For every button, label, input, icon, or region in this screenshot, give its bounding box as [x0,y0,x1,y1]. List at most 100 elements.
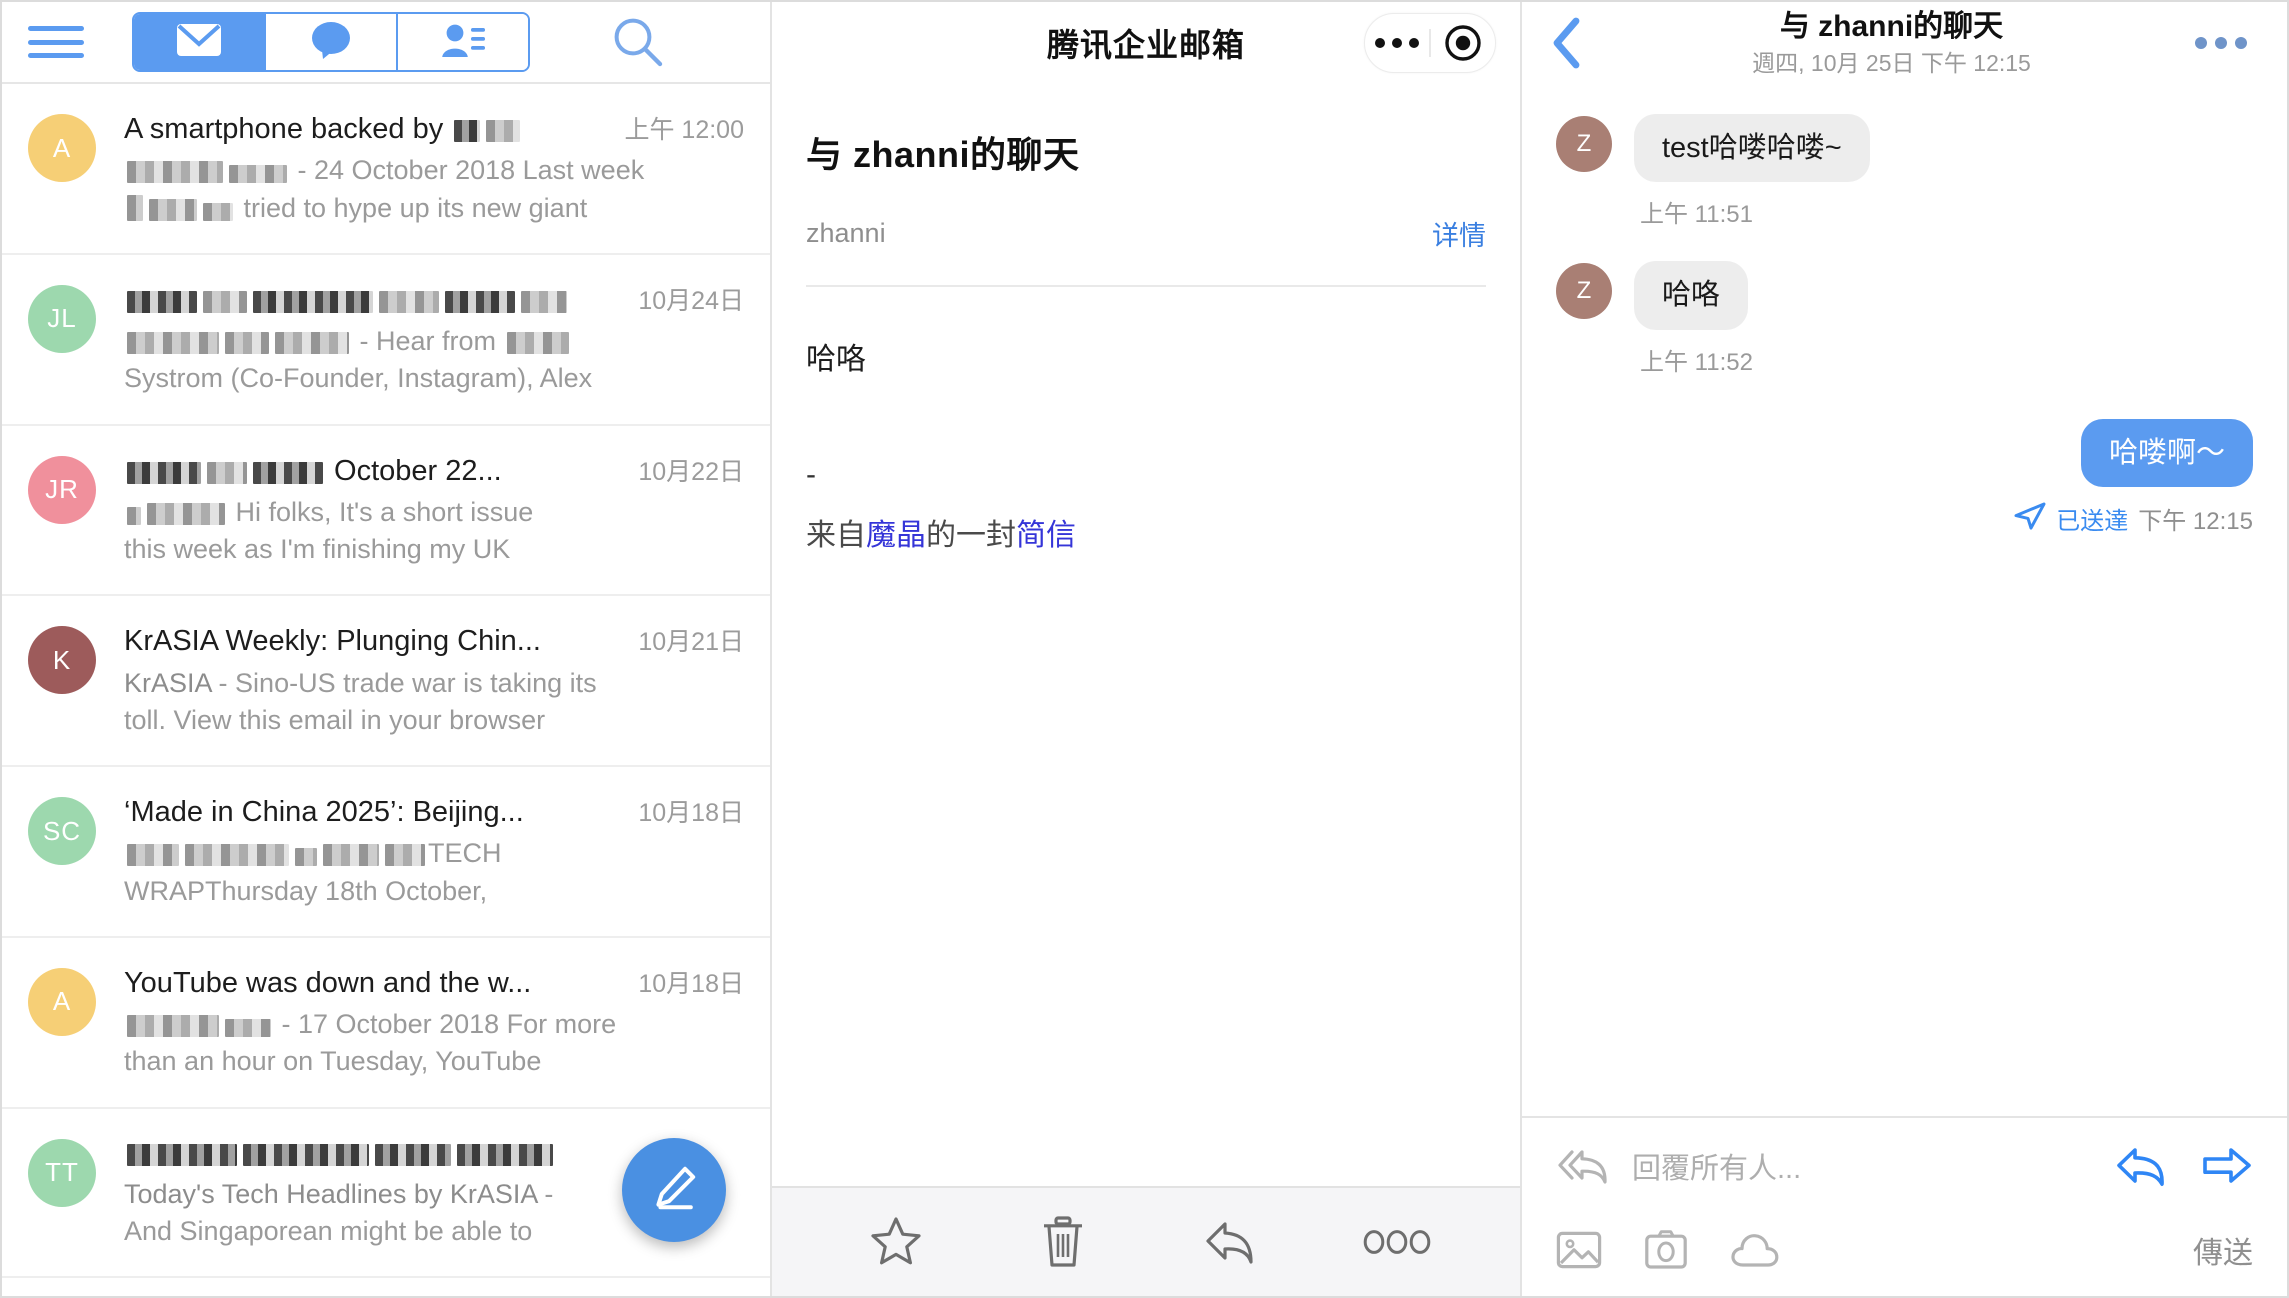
mail-body-text: 哈咯 [806,343,866,376]
redacted-text [295,848,317,867]
composer-input-row: 回覆所有人... [1556,1123,2253,1209]
mail-subject [124,282,626,318]
divider [806,285,1486,287]
chat-title: 与 zhanni的聊天 [1779,9,2004,43]
star-icon[interactable] [853,1199,939,1285]
camera-icon[interactable] [1644,1229,1688,1271]
bubble-wrap: 哈咯 上午 11:52 [1634,261,1753,376]
more-horizontal-icon[interactable] [1354,1199,1440,1285]
redacted-text [127,844,179,867]
redacted-text [225,332,269,354]
signature-dash: - [806,458,816,491]
chevron-left-icon[interactable] [1522,15,1612,71]
more-dots-icon[interactable] [1365,38,1429,48]
chat-header: 与 zhanni的聊天 週四, 10月 25日 下午 12:15 [1522,2,2287,84]
trash-icon[interactable] [1020,1199,1106,1285]
redacted-text [127,1015,219,1037]
reply-input[interactable]: 回覆所有人... [1632,1145,2115,1187]
speech-bubble-icon [308,20,354,65]
redacted-text [127,332,219,354]
avatar: JL [28,284,96,353]
app-root: A A smartphone backed by 上午 12:00 - 24 O… [0,0,2289,1298]
mail-item-body: YouTube was down and the w... 10月18日 - 1… [124,964,744,1081]
mail-item-body: KrASIA Weekly: Plunging Chin... 10月21日 K… [124,622,744,739]
redacted-text [323,844,379,867]
search-icon[interactable] [608,12,668,72]
send-button[interactable]: 傳送 [2193,1228,2253,1272]
mail-item-body: ‘Made in China 2025’: Beijing... 10月18日 … [124,793,744,910]
chat-message-out: 哈喽啊～ 已送達 下午 12:15 [1556,418,2253,536]
mail-list-item[interactable]: SC ‘Made in China 2025’: Beijing... 10月1… [2,767,770,938]
mail-list-item[interactable]: A YouTube was down and the w... 10月18日 -… [2,938,770,1109]
mail-list-item[interactable]: K KrASIA Weekly: Plunging Chin... 10月21日… [2,596,770,767]
compose-pencil-icon [648,1162,700,1219]
image-icon[interactable] [1556,1229,1602,1271]
mail-snippet: TECH WRAPThursday 18th October, [124,838,502,906]
redacted-text [225,1019,271,1037]
mail-detail-subject: 与 zhanni的聊天 [806,134,1080,175]
tab-contacts[interactable] [398,14,528,70]
chat-column: 与 zhanni的聊天 週四, 10月 25日 下午 12:15 Z test哈… [1522,2,2287,1296]
message-bubble: 哈喽啊～ [2080,418,2253,487]
more-dots-icon[interactable] [2171,37,2287,49]
page-title: 腾讯企业邮箱 [1046,27,1245,63]
envelope-icon [175,22,223,63]
redacted-text [147,502,225,525]
redacted-text [445,290,515,313]
signature-link-jianxin[interactable]: 简信 [1016,519,1076,552]
redacted-text [253,461,323,484]
mail-list-column: A A smartphone backed by 上午 12:00 - 24 O… [2,2,772,1296]
forward-arrow-icon[interactable] [2201,1145,2253,1187]
avatar: TT [28,1138,96,1207]
redacted-text [454,120,481,142]
tab-mail[interactable] [134,14,266,70]
redacted-text [486,120,521,142]
chat-composer: 回覆所有人... 傳送 [1522,1116,2287,1296]
mail-date: 上午 12:00 [624,116,744,144]
reply-arrow-icon[interactable] [2115,1145,2167,1187]
mail-detail-column: 腾讯企业邮箱 与 zhanni的聊天 zhanni 详情 哈咯 - 来自魔晶的一… [772,2,1522,1296]
redacted-text [457,1143,553,1166]
cloud-icon[interactable] [1730,1231,1780,1269]
mail-list-item[interactable]: A A smartphone backed by 上午 12:00 - 24 O… [2,84,770,255]
mail-snippet: KrASIA - Sino-US trade war is taking its… [124,667,597,735]
bubble-wrap: test哈喽哈喽~ 上午 11:51 [1634,114,1870,229]
mail-list-item[interactable]: JL 10月24日 - Hear from Systrom (Co-Founde… [2,255,770,426]
mail-detail-meta: zhanni 详情 [806,214,1486,253]
avatar: Z [1556,263,1612,320]
avatar: Z [1556,116,1612,172]
reply-all-icon[interactable] [1556,1146,1610,1186]
chat-messages[interactable]: Z test哈喽哈喽~ 上午 11:51 Z 哈咯 上午 11:52 哈喽啊～ [1522,84,2287,1116]
mail-detail-body: 与 zhanni的聊天 zhanni 详情 哈咯 - 来自魔晶的一封简信 [772,84,1520,1186]
composer-attachment-row: 傳送 [1556,1209,2253,1291]
signature-link-mojing[interactable]: 魔晶 [866,519,926,552]
avatar: JR [28,455,96,524]
details-link[interactable]: 详情 [1432,214,1486,253]
redacted-text [375,1143,451,1166]
avatar: A [28,967,96,1036]
tab-chat[interactable] [266,14,398,70]
mail-date: 10月24日 [638,286,744,315]
redacted-text [127,290,197,313]
avatar: A [28,114,96,182]
mail-list-scroll[interactable]: A A smartphone backed by 上午 12:00 - 24 O… [2,84,770,1296]
compose-button[interactable] [622,1138,726,1242]
avatar: K [28,626,96,695]
mail-subject: KrASIA Weekly: Plunging Chin... [124,625,541,658]
chat-header-center: 与 zhanni的聊天 週四, 10月 25日 下午 12:15 [1612,10,2171,77]
mail-list-item[interactable]: JR October 22... 10月22日 Hi folks, It's a… [2,426,770,597]
redacted-text [127,1143,237,1166]
redacted-text [203,290,247,313]
chat-subtitle: 週四, 10月 25日 下午 12:15 [1752,50,2031,77]
mail-item-body: 10月24日 - Hear from Systrom (Co-Founder, … [124,281,744,398]
target-circle-icon[interactable] [1431,24,1495,62]
message-bubble: 哈咯 [1634,261,1749,330]
mail-date: 10月18日 [638,799,744,827]
reply-icon[interactable] [1187,1199,1273,1285]
redacted-text [203,202,233,221]
mail-snippet: - 17 October 2018 For more than an hour o… [124,1009,617,1077]
chat-message-in: Z test哈喽哈喽~ 上午 11:51 [1556,114,2253,229]
redacted-text [185,844,289,867]
mail-detail-header: 腾讯企业邮箱 [772,2,1520,84]
hamburger-icon[interactable] [28,20,84,64]
